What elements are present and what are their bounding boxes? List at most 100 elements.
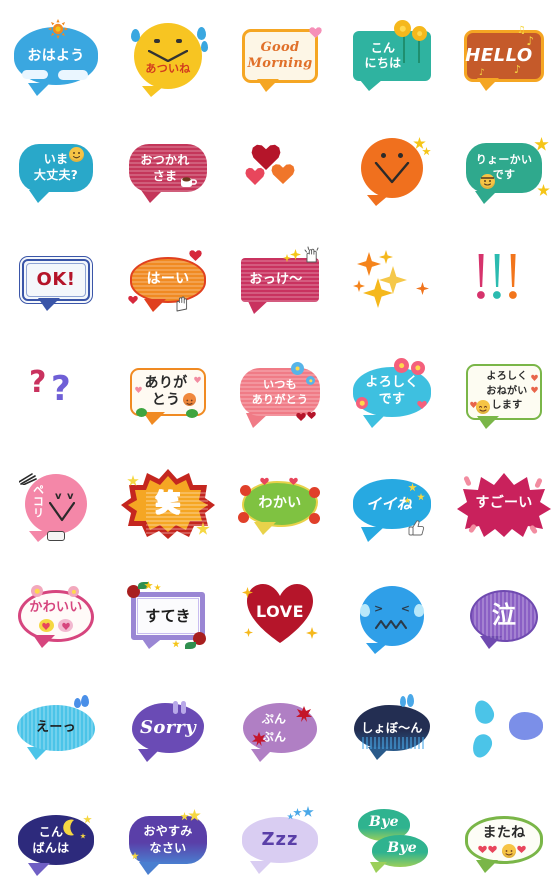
sticker-itsumo-arigatou[interactable]: いつも ありがとう [240, 362, 320, 428]
heart-icon [517, 845, 526, 853]
sticker-cell[interactable]: おつかれ さま [112, 112, 224, 224]
sticker-cell[interactable]: わかい [224, 448, 336, 560]
sticker-cell[interactable]: ♪ ♫ ♪ ♪ HELLO [448, 0, 560, 112]
sticker-cell[interactable]: 泣 [448, 560, 560, 672]
sticker-cell[interactable]: Zzz [224, 784, 336, 896]
sticker-yoroshiku-onegaishimasu[interactable]: よろしく おねがい します [466, 364, 542, 429]
bubble-tail [144, 299, 166, 312]
sticker-text: 泣 [491, 601, 517, 630]
sticker-warai[interactable]: 笑 [121, 469, 215, 539]
sticker-cell[interactable]: いま 大丈夫? [0, 112, 112, 224]
sticker-cell[interactable]: OK! [0, 224, 112, 336]
sticker-teardrops[interactable] [461, 696, 547, 761]
sunflower-icon [412, 26, 427, 41]
sticker-wakaii[interactable]: わかい [238, 477, 320, 535]
sticker-punpun[interactable]: ぷん ぷん [243, 703, 317, 762]
sticker-kawaii[interactable]: かわいい [18, 585, 94, 648]
heart-icon [478, 845, 487, 853]
sticker-konbanwa[interactable]: こん ばんは [18, 815, 94, 876]
sticker-suteki[interactable]: すてき [127, 581, 206, 649]
sticker-cell[interactable] [336, 112, 448, 224]
sticker-shobon[interactable]: しょぼ〜ん [354, 694, 430, 760]
sticker-sugoi[interactable]: すごーい [457, 473, 551, 537]
sticker-cell[interactable]: りょーかい です [448, 112, 560, 224]
heart-icon [296, 412, 306, 421]
sticker-cell[interactable]: よろしく おねがい します [448, 336, 560, 448]
sticker-cell[interactable]: おはよう [0, 0, 112, 112]
sticker-naki[interactable]: 泣 [470, 590, 538, 649]
sticker-cell[interactable]: かわいい [0, 560, 112, 672]
sticker-cell[interactable]: えーっ [0, 672, 112, 784]
star-icon [154, 584, 161, 591]
sticker-cell[interactable] [448, 672, 560, 784]
sticker-cell[interactable]: こん にちは [336, 0, 448, 112]
sticker-cell[interactable]: またね [448, 784, 560, 896]
cloud-icon [58, 70, 88, 80]
sticker-cell[interactable] [224, 112, 336, 224]
sticker-sparkles[interactable] [349, 248, 435, 312]
sticker-cell[interactable]: はーい [112, 224, 224, 336]
sticker-cell[interactable]: イイね [336, 448, 448, 560]
sticker-orange-face[interactable] [361, 137, 431, 206]
sticker-cell[interactable]: おっけ〜 [224, 224, 336, 336]
sticker-iine[interactable]: イイね [353, 479, 431, 542]
sticker-arigatou[interactable]: ありが とう [130, 368, 206, 425]
sticker-love[interactable]: LOVE [242, 583, 318, 649]
sticker-ok[interactable]: OK! [22, 259, 90, 311]
sticker-good-morning[interactable]: Good Morning [242, 27, 322, 92]
heart-icon [289, 477, 298, 485]
clover-icon [186, 409, 198, 418]
sticker-bye-bye[interactable]: Bye Bye Bye Bye [352, 809, 432, 873]
sticker-cell[interactable]: こん ばんは [0, 784, 112, 896]
sticker-konnichiwa[interactable]: こん にちは [353, 20, 431, 91]
bubble-tail [247, 299, 270, 314]
sticker-otsukaresama[interactable]: おつかれ さま [129, 144, 207, 203]
sticker-cell[interactable]: v v ペコリ [0, 448, 112, 560]
sticker-cell[interactable]: > < [336, 560, 448, 672]
sticker-pekori[interactable]: v v ペコリ [18, 473, 87, 542]
sticker-cell[interactable]: いつも ありがとう [224, 336, 336, 448]
sticker-cell[interactable]: すてき [112, 560, 224, 672]
sticker-cell[interactable]: !!! [448, 224, 560, 336]
sticker-hearts[interactable] [237, 136, 323, 200]
sticker-cell[interactable]: Bye Bye Bye Bye [336, 784, 448, 896]
sticker-sorry[interactable]: Sorry [132, 701, 204, 762]
sticker-ryoukai-desu[interactable]: りょーかい です [466, 137, 550, 204]
sticker-text: おつかれ さま [140, 152, 190, 183]
sticker-cell[interactable]: ぷん ぷん [224, 672, 336, 784]
sticker-cell[interactable]: すごーい [448, 448, 560, 560]
sticker-zzz[interactable]: Zzz [242, 806, 318, 874]
music-note-icon: ♫ [517, 25, 526, 36]
sticker-okke[interactable]: おっけ〜 [241, 246, 319, 314]
sticker-cell[interactable]: しょぼ〜ん [336, 672, 448, 784]
sticker-blue-crying-face[interactable]: > < [360, 586, 424, 654]
sticker-cell[interactable]: LOVE [224, 560, 336, 672]
sticker-cell[interactable]: よろしく です [336, 336, 448, 448]
rose-icon [193, 632, 206, 645]
sticker-ee[interactable]: えーっ [17, 695, 95, 760]
sticker-cell[interactable]: Good Morning [224, 0, 336, 112]
sticker-question-marks[interactable]: ? ? ?? [13, 360, 99, 424]
sticker-cell[interactable] [336, 224, 448, 336]
sticker-ima-daijoubu[interactable]: いま 大丈夫? [19, 144, 93, 203]
sticker-cell[interactable]: あついね [112, 0, 224, 112]
star-icon [404, 497, 411, 504]
bubble-tail [28, 83, 50, 96]
sticker-ohayou[interactable]: おはよう [14, 19, 98, 96]
sticker-cell[interactable]: おやすみ なさい [112, 784, 224, 896]
sticker-matane[interactable]: またね [465, 816, 543, 873]
sticker-yoroshiku-desu[interactable]: よろしく です [353, 358, 431, 428]
sticker-cell[interactable]: ? ? ?? [0, 336, 112, 448]
sticker-exclamations[interactable]: !!! [461, 248, 547, 312]
anger-vein-icon [295, 705, 313, 723]
sticker-oyasuminasai[interactable]: おやすみ なさい [129, 809, 207, 875]
sticker-cell[interactable]: ありが とう [112, 336, 224, 448]
sticker-hello[interactable]: ♪ ♫ ♪ ♪ HELLO [464, 26, 544, 91]
closed-eyes-icon: < [400, 602, 410, 615]
sticker-atsuine[interactable]: あついね [131, 23, 208, 97]
sticker-cell[interactable]: Sorry [112, 672, 224, 784]
sticker-cell[interactable]: 笑 [112, 448, 224, 560]
sweat-drop-icon [173, 701, 178, 714]
sticker-haai[interactable]: はーい [128, 250, 206, 312]
heart-icon [488, 845, 497, 853]
